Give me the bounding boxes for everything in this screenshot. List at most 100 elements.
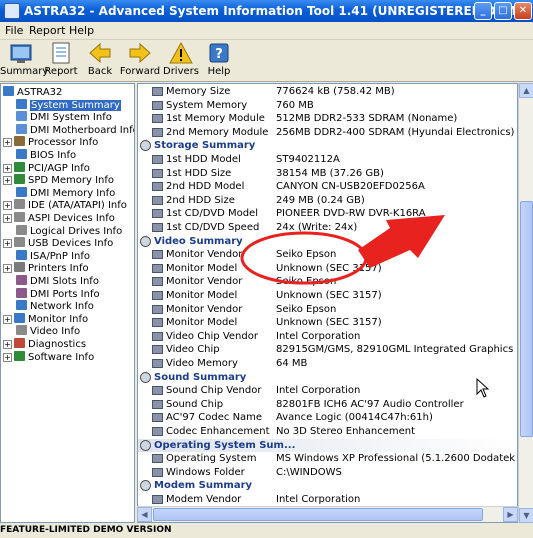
menu-help[interactable]: Help — [69, 24, 94, 37]
tree-item-label: ISA/PnP Info — [30, 250, 91, 262]
tree-expander[interactable]: + — [3, 163, 12, 173]
tree-item-label: Logical Drives Info — [30, 225, 123, 237]
tree-expander[interactable]: + — [3, 340, 12, 349]
detail-row: Monitor Vendor Seiko Epson — [138, 275, 517, 288]
tree-item[interactable]: + SPD Memory Info — [3, 174, 114, 187]
detail-name: AC'97 Codec Name — [166, 412, 263, 424]
navigation-tree[interactable]: ASTRA32 System Summary DMI System Info DMI … — [0, 83, 135, 523]
tree-expander[interactable]: + — [3, 352, 12, 362]
tree-item-icon — [16, 149, 27, 159]
detail-name: Monitor Model — [166, 262, 238, 274]
tree-item[interactable]: + Software Info — [3, 350, 94, 364]
tree-item-label: DMI Slots Info — [30, 276, 99, 287]
forward-button[interactable]: Forward — [119, 41, 161, 81]
detail-value: 38154 MB (37.26 GB) — [276, 167, 384, 179]
tree-item-label: Monitor Info — [28, 313, 89, 325]
tree-item[interactable]: ISA/PnP Info — [3, 249, 91, 263]
detail-row: System Memory 760 MB — [138, 99, 517, 112]
title-bar: ASTRA32 - Advanced System Information To… — [0, 0, 533, 22]
tree-item[interactable]: + Printers Info — [3, 262, 89, 275]
vertical-scroll-thumb[interactable] — [520, 201, 533, 437]
detail-row: 1st CD/DVD Model PIONEER DVD-RW DVR-K16RA — [138, 207, 517, 220]
tree-item[interactable]: DMI Slots Info — [3, 275, 99, 288]
scroll-left-button[interactable]: ◀ — [137, 507, 152, 522]
tree-item[interactable]: System Summary — [3, 98, 121, 112]
detail-name: 1st CD/DVD Model — [166, 208, 258, 220]
tree-item[interactable]: BIOS Info — [3, 149, 76, 162]
detail-value: Unknown (SEC 3157) — [276, 317, 382, 329]
detail-value: 512MB DDR2-533 SDRAM (Noname) — [276, 113, 458, 125]
detail-row: Modem Vendor Intel Corporation — [138, 493, 517, 506]
horizontal-scroll-thumb[interactable] — [153, 508, 483, 521]
tree-item[interactable]: + IDE (ATA/ATAPI) Info — [3, 199, 127, 212]
tree-item-icon — [14, 199, 25, 210]
tree-expander[interactable]: + — [3, 214, 12, 223]
detail-name: Sound Chip Vendor — [166, 385, 262, 397]
tree-item-label: Printers Info — [28, 263, 89, 275]
detail-value: Intel Corporation — [276, 494, 361, 505]
scroll-down-button[interactable]: ▼ — [519, 508, 533, 523]
scroll-right-button[interactable]: ▶ — [503, 507, 518, 522]
horizontal-scrollbar[interactable]: ◀ ▶ — [137, 506, 518, 522]
detail-row: Sound Chip Vendor Intel Corporation — [138, 384, 517, 397]
section-header: Sound Summary — [138, 371, 517, 384]
drivers-label: Drivers — [163, 66, 199, 77]
tree-item[interactable]: + Diagnostics — [3, 338, 86, 351]
detail-name: 1st HDD Model — [166, 154, 241, 165]
tree-item-icon — [14, 338, 25, 348]
tree-item-icon — [14, 262, 25, 273]
tree-item[interactable]: + USB Devices Info — [3, 237, 113, 250]
tree-expander[interactable]: + — [3, 239, 12, 249]
tree-item-icon — [3, 86, 14, 96]
detail-row: Monitor Model Unknown (SEC 3157) — [138, 262, 517, 275]
tree-item[interactable]: Video Info — [3, 325, 80, 338]
tree-expander[interactable]: + — [3, 138, 12, 148]
tree-item[interactable]: DMI Ports Info — [3, 287, 100, 301]
tree-expander[interactable]: + — [3, 264, 12, 274]
report-button[interactable]: Report — [40, 41, 82, 81]
detail-name: Video Memory — [166, 358, 238, 369]
tree-item[interactable]: + Processor Info — [3, 136, 98, 149]
tree-item-label: BIOS Info — [30, 150, 77, 161]
tree-expander[interactable]: + — [3, 201, 12, 211]
tree-item[interactable]: + Monitor Info — [3, 312, 89, 326]
tree-item-label: USB Devices Info — [28, 238, 114, 250]
tree-expander[interactable]: + — [3, 314, 12, 324]
tree-item-icon — [14, 350, 25, 361]
tree-item[interactable]: + PCI/AGP Info — [3, 161, 90, 175]
scroll-up-button[interactable]: ▲ — [519, 83, 533, 98]
tree-item-icon — [16, 123, 27, 134]
tree-item[interactable]: Logical Drives Info — [3, 224, 123, 238]
report-icon — [52, 42, 70, 64]
tree-item-icon — [16, 186, 27, 197]
tree-item-label: ASPI Devices Info — [28, 213, 115, 224]
tree-item-icon — [16, 249, 27, 260]
detail-value: Seiko Epson — [276, 276, 337, 288]
back-button[interactable]: Back — [79, 41, 121, 81]
help-button[interactable]: ? Help — [198, 41, 240, 81]
detail-row: Video Chip Vendor Intel Corporation — [138, 330, 517, 343]
menu-report[interactable]: Report — [29, 24, 65, 37]
drivers-button[interactable]: Drivers — [160, 41, 202, 81]
tree-expander[interactable]: + — [3, 176, 12, 186]
tree-item[interactable]: ASTRA32 — [3, 86, 62, 99]
detail-value: Seiko Epson — [276, 303, 337, 315]
close-button[interactable]: ✕ — [514, 2, 532, 20]
device-icon — [152, 168, 163, 178]
vertical-scrollbar[interactable]: ▲ ▼ — [518, 83, 533, 523]
device-icon — [152, 467, 163, 477]
tree-item-icon — [16, 287, 27, 298]
tree-item[interactable]: Network Info — [3, 300, 94, 313]
device-icon — [152, 155, 163, 164]
tree-item[interactable]: DMI Memory Info — [3, 186, 115, 200]
tree-item[interactable]: DMI Motherboard Info — [3, 123, 134, 137]
summary-button[interactable]: Summary — [0, 41, 48, 81]
tree-item[interactable]: + ASPI Devices Info — [3, 212, 115, 225]
menu-file[interactable]: File — [5, 24, 23, 37]
maximize-button[interactable]: □ — [494, 2, 512, 20]
device-icon — [152, 304, 163, 314]
detail-value: 82801FB ICH6 AC'97 Audio Controller — [276, 398, 464, 410]
minimize-button[interactable]: _ — [474, 2, 492, 20]
tree-item[interactable]: DMI System Info — [3, 111, 112, 124]
detail-value: Seiko Epson — [276, 249, 337, 261]
